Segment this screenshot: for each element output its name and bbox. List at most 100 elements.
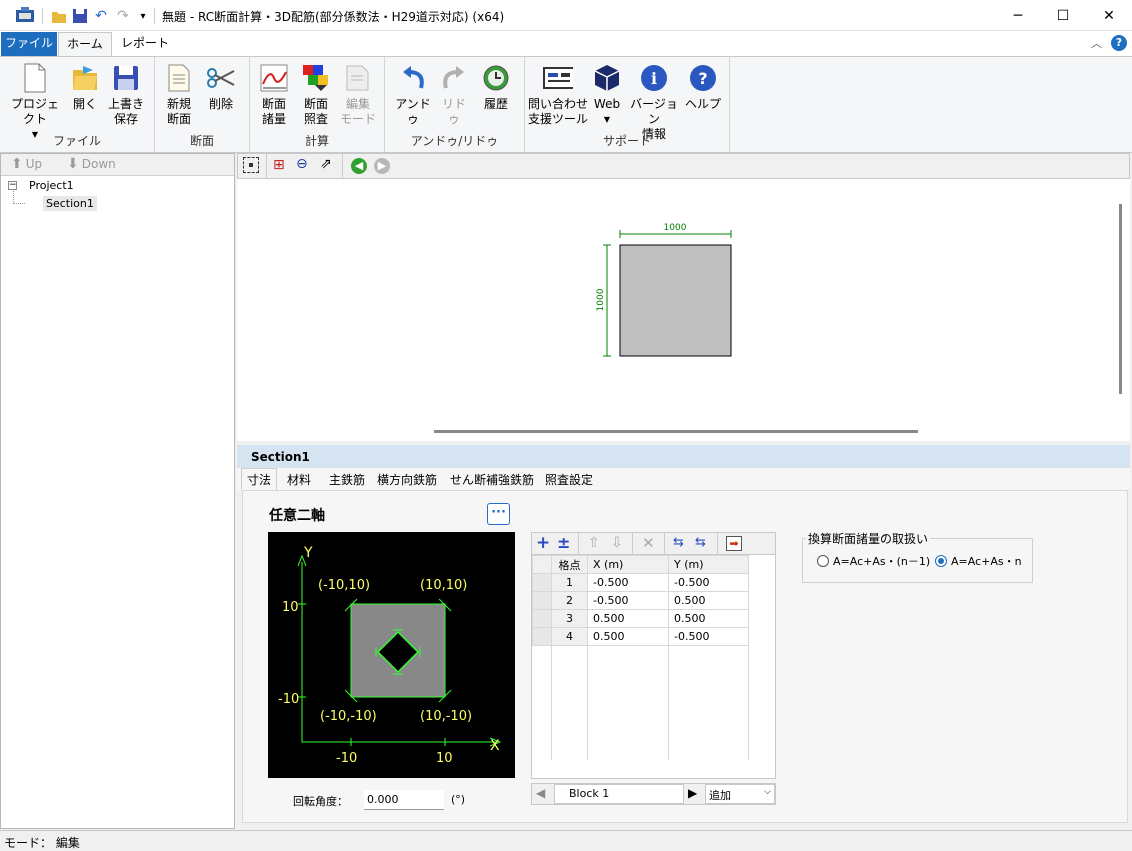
tab-dimensions[interactable]: 寸法 (247, 471, 271, 488)
ribbon-group-support: 問い合わせ 支援ツール Web ▼ i バージョン 情報 ? ヘルプ サポート (525, 57, 730, 152)
project-button[interactable]: プロジェクト ▼ (6, 63, 64, 142)
pan-icon[interactable]: ⇗ (320, 156, 332, 172)
down-button[interactable]: ⬇ Down (67, 156, 116, 172)
collapse-ribbon-icon[interactable]: ︿ (1091, 35, 1102, 51)
tree-node-section[interactable]: Section1 (43, 196, 97, 211)
customize-qat-icon[interactable]: ▾ (136, 6, 150, 26)
tree-node-project[interactable]: Project1 (29, 179, 74, 192)
cell-x[interactable]: -0.500 (587, 573, 669, 592)
undo-icon[interactable]: ↶ (92, 6, 110, 26)
history-clock-icon (481, 63, 511, 93)
delete-button[interactable]: 削除 (203, 63, 239, 112)
table-row[interactable]: 3 0.500 0.500 (532, 609, 749, 628)
maximize-button[interactable]: ☐ (1040, 0, 1086, 31)
swap-columns-icon[interactable]: ⇆ (673, 535, 684, 550)
history-button[interactable]: 履歴 (479, 63, 513, 112)
tab-material[interactable]: 材料 (287, 471, 311, 488)
forward-icon[interactable]: ▶ (374, 158, 390, 174)
cell-y[interactable]: -0.500 (668, 627, 749, 646)
title-bar: ↶ ↷ ▾ 無題 - RC断面計算・3D配筋(部分係数法・H29道示対応) (x… (0, 0, 1132, 31)
vertex-grid-panel: + ± ⇧ ⇩ ✕ ⇆ ⇆ ➡ 格点 X (m) Y (m) 1 -0.500 (531, 532, 776, 779)
delete-row-icon[interactable]: ✕ (642, 534, 655, 552)
table-row[interactable]: 4 0.500 -0.500 (532, 627, 749, 646)
vertex-table: 格点 X (m) Y (m) 1 -0.500 -0.500 2 -0.500 … (532, 555, 749, 646)
block-tab[interactable]: Block 1 (554, 784, 684, 804)
tab-report[interactable]: レポート (116, 32, 174, 56)
grid-toolbar: + ± ⇧ ⇩ ✕ ⇆ ⇆ ➡ (532, 533, 775, 555)
section-properties-button[interactable]: 断面 諸量 (258, 63, 290, 127)
overwrite-save-button[interactable]: 上書き 保存 (106, 63, 146, 127)
tab-shear-rebar[interactable]: せん断補強鉄筋 (450, 471, 534, 488)
cell-x[interactable]: -0.500 (587, 591, 669, 610)
project-tree-panel: ⬆ Up ⬇ Down − Project1 Section1 (0, 153, 235, 829)
vertical-scrollbar[interactable] (1119, 204, 1122, 394)
info-icon: i (639, 63, 669, 93)
next-block-icon[interactable]: ▶ (688, 786, 697, 800)
collapse-toggle-icon[interactable]: − (8, 181, 17, 190)
import-icon[interactable]: ➡ (726, 536, 742, 551)
help-button[interactable]: ? ヘルプ (685, 63, 721, 112)
redo-button[interactable]: リドゥ (437, 63, 471, 127)
undo-button[interactable]: アンドゥ (393, 63, 433, 127)
corner-label-top-right: (10,10) (420, 578, 467, 593)
cell-x[interactable]: 0.500 (587, 609, 669, 628)
tab-file[interactable]: ファイル (1, 32, 57, 56)
back-icon[interactable]: ◀ (351, 158, 367, 174)
horizontal-scrollbar[interactable] (434, 430, 918, 433)
prev-block-icon[interactable]: ◀ (536, 786, 545, 800)
open-button[interactable]: 開く (70, 63, 100, 112)
rotation-unit: (°) (451, 793, 466, 806)
tab-home[interactable]: ホーム (58, 32, 112, 56)
section-check-button[interactable]: 断面 照査 (300, 63, 332, 127)
close-button[interactable]: ✕ (1086, 0, 1132, 31)
cell-x[interactable]: 0.500 (587, 627, 669, 646)
blocks-icon (301, 63, 331, 93)
rotation-angle-input[interactable] (364, 790, 444, 810)
move-up-icon[interactable]: ⇧ (588, 535, 600, 551)
add-row-icon[interactable]: + (536, 533, 550, 553)
view-toolbar: ⊞ ⊖ ⇗ ◀ ▶ (237, 153, 1130, 179)
redo-icon[interactable]: ↷ (114, 6, 132, 26)
dimensions-panel: 任意二軸 ··· Y X 10 -10 -10 10 (-10,10) (10,… (242, 490, 1128, 823)
web-button[interactable]: Web ▼ (590, 63, 624, 127)
zoom-out-icon[interactable]: ⊖ (296, 156, 308, 172)
option-n[interactable]: A=Ac+As・n (935, 553, 1022, 569)
cell-y[interactable]: 0.500 (668, 609, 749, 628)
new-section-button[interactable]: 新規 断面 (163, 63, 195, 127)
inquiry-tool-button[interactable]: 問い合わせ 支援ツール (528, 63, 588, 127)
insert-row-icon[interactable]: ± (557, 533, 570, 552)
section-tab-bar: 寸法 材料 主鉄筋 横方向鉄筋 せん断補強鉄筋 照査設定 (237, 468, 1130, 490)
tab-transverse-rebar[interactable]: 横方向鉄筋 (377, 471, 437, 488)
zoom-window-icon[interactable]: ⊞ (273, 157, 285, 173)
fit-view-icon[interactable] (243, 157, 259, 173)
section-drawing-canvas[interactable]: 1000 1000 (237, 179, 1130, 441)
tab-check-settings[interactable]: 照査設定 (545, 471, 593, 488)
save-icon[interactable] (71, 6, 89, 26)
radio-unchecked[interactable] (817, 555, 829, 567)
dropdown-arrow-icon: ▼ (603, 115, 611, 124)
cell-y[interactable]: 0.500 (668, 591, 749, 610)
table-options-icon[interactable]: ⇆ (695, 535, 706, 550)
ribbon-group-file: プロジェクト ▼ 開く 上書き 保存 ファイル (0, 57, 155, 152)
table-row[interactable]: 1 -0.500 -0.500 (532, 573, 749, 592)
tab-main-rebar[interactable]: 主鉄筋 (329, 471, 365, 488)
open-icon[interactable] (50, 6, 68, 26)
app-icon (14, 6, 36, 26)
add-block-select[interactable]: 追加 ⌵ (705, 784, 775, 804)
ribbon-group-section: 新規 断面 削除 断面 (155, 57, 250, 152)
more-options-button[interactable]: ··· (487, 503, 510, 525)
column-header-y: Y (m) (668, 555, 749, 574)
edit-mode-button[interactable]: 編集 モード (340, 63, 376, 127)
version-info-button[interactable]: i バージョン 情報 (629, 63, 679, 142)
help-icon[interactable]: ? (1111, 35, 1127, 51)
option-n-minus-1[interactable]: A=Ac+As・(n－1) (817, 553, 930, 569)
radio-checked[interactable] (935, 555, 947, 567)
move-down-icon[interactable]: ⇩ (611, 535, 623, 551)
up-button[interactable]: ⬆ Up (11, 156, 42, 172)
form-icon (543, 63, 573, 93)
minimize-button[interactable]: ─ (995, 0, 1041, 31)
x-axis-label: X (490, 738, 500, 754)
table-row[interactable]: 2 -0.500 0.500 (532, 591, 749, 610)
block-tab-bar: ◀ Block 1 ▶ 追加 ⌵ (531, 783, 776, 805)
cell-y[interactable]: -0.500 (668, 573, 749, 592)
